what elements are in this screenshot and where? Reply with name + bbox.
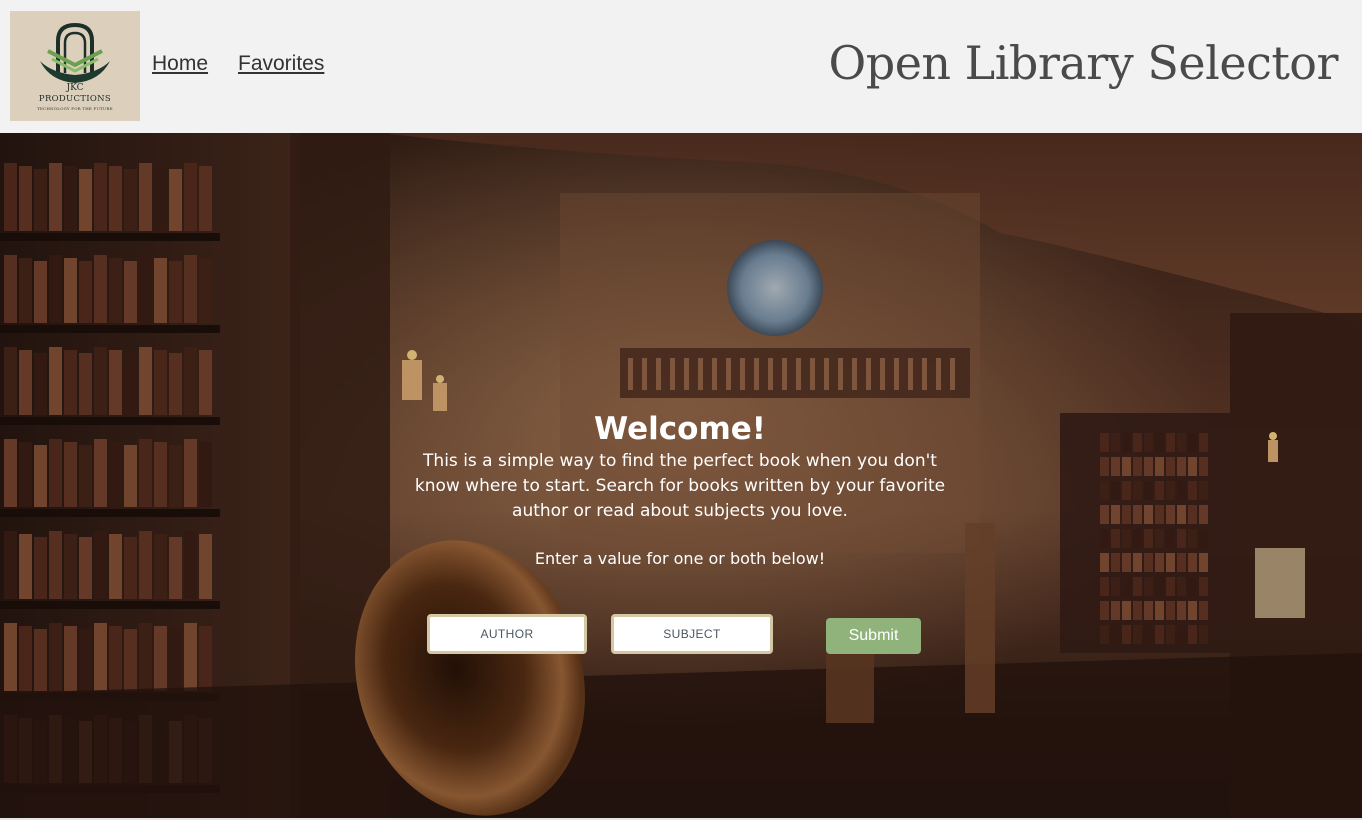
subject-input[interactable] xyxy=(611,614,773,654)
nav-link-home[interactable]: Home xyxy=(152,52,208,76)
hero-section: Welcome! This is a simple way to find th… xyxy=(0,133,1362,818)
logo-text-jkc: JKC xyxy=(66,83,84,93)
logo[interactable]: JKC PRODUCTIONS TECHNOLOGY FOR THE FUTUR… xyxy=(10,11,140,121)
site-header: JKC PRODUCTIONS TECHNOLOGY FOR THE FUTUR… xyxy=(0,0,1362,133)
logo-text-productions: PRODUCTIONS xyxy=(38,94,112,104)
logo-tagline: TECHNOLOGY FOR THE FUTURE xyxy=(37,106,113,111)
welcome-block: Welcome! This is a simple way to find th… xyxy=(410,409,950,524)
page-title: Open Library Selector xyxy=(828,36,1339,90)
author-input[interactable] xyxy=(427,614,587,654)
welcome-intro: This is a simple way to find the perfect… xyxy=(414,451,946,521)
submit-button[interactable]: Submit xyxy=(826,618,921,654)
search-prompt: Enter a value for one or both below! xyxy=(534,549,826,568)
nav-link-favorites[interactable]: Favorites xyxy=(238,52,324,76)
logo-emblem-icon xyxy=(40,22,110,83)
welcome-heading: Welcome! xyxy=(594,411,766,447)
